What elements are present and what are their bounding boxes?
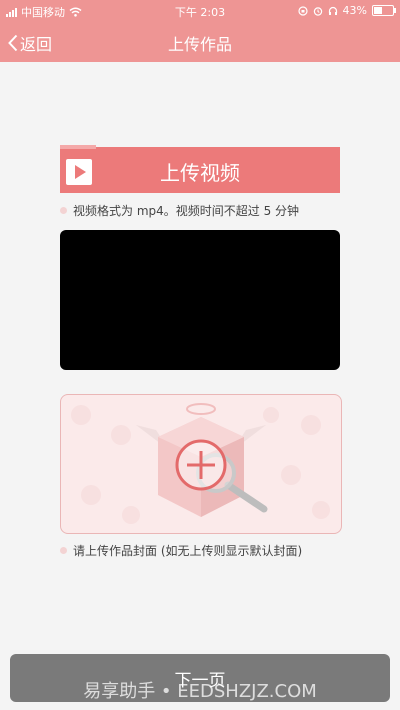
status-bar: 中国移动 下午 2:03 43% <box>0 0 400 22</box>
status-right: 43% <box>297 4 396 17</box>
headphones-icon <box>328 6 337 15</box>
nav-bar: 返回 上传作品 <box>0 22 400 62</box>
video-format-hint-text: 视频格式为 mp4。视频时间不超过 5 分钟 <box>73 204 300 218</box>
back-label: 返回 <box>20 35 53 54</box>
page-title: 上传作品 <box>167 35 232 54</box>
banner-tab <box>60 145 96 149</box>
cover-placeholder-illustration <box>71 403 330 524</box>
back-button[interactable]: 返回 <box>8 31 52 55</box>
upload-video-banner[interactable]: 上传视频 <box>60 145 340 193</box>
upload-video-label: 上传视频 <box>160 161 240 185</box>
chevron-left-icon <box>8 34 18 52</box>
alarm-icon <box>313 6 322 16</box>
cover-upload-area[interactable] <box>60 394 342 534</box>
bullet-dot <box>60 207 67 214</box>
next-page-label: 下一页 <box>174 670 226 691</box>
cover-hint-text: 请上传作品封面 (如无上传则显示默认封面) <box>73 544 303 558</box>
battery-percent: 43% <box>342 4 367 17</box>
battery-icon <box>372 5 396 16</box>
add-icon <box>175 439 227 491</box>
bullet-dot <box>60 547 67 554</box>
video-preview[interactable] <box>60 230 340 370</box>
cover-hint: 请上传作品封面 (如无上传则显示默认封面) <box>60 542 302 559</box>
video-format-hint: 视频格式为 mp4。视频时间不超过 5 分钟 <box>60 202 299 219</box>
next-page-button[interactable]: 下一页 <box>10 654 390 702</box>
rotation-lock-icon <box>297 5 308 16</box>
